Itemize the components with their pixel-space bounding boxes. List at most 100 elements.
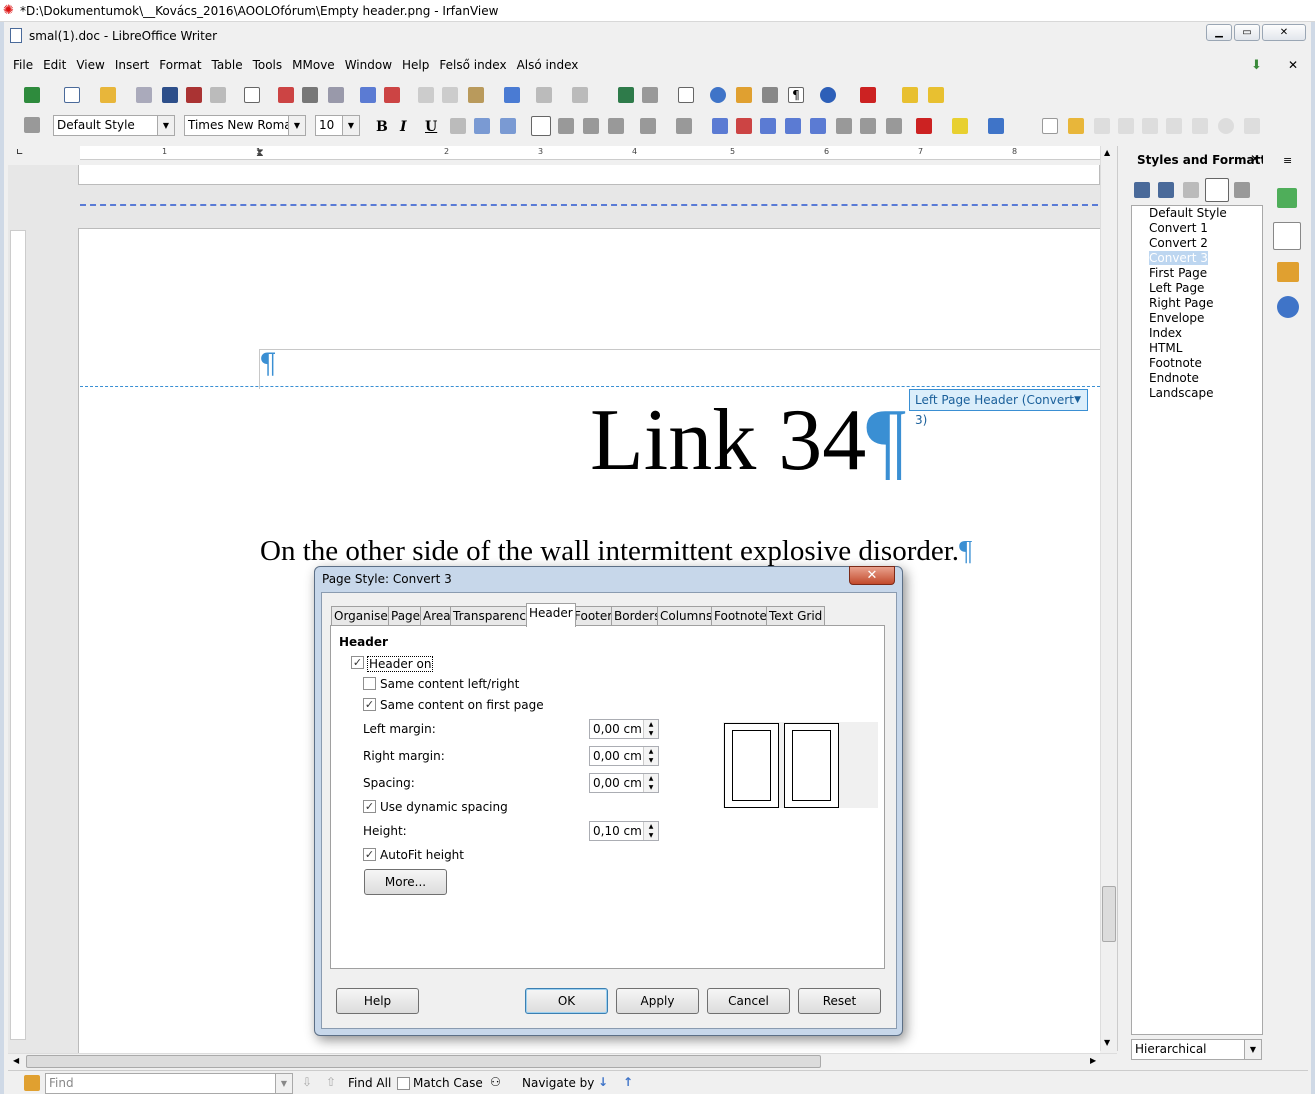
form-control-icon-6[interactable] xyxy=(1218,118,1234,134)
navigator-deck-icon[interactable] xyxy=(1277,296,1299,318)
scrollbar-thumb[interactable] xyxy=(1102,886,1116,942)
form-control-icon-7[interactable] xyxy=(1244,118,1260,134)
background-color-icon[interactable] xyxy=(988,118,1004,134)
sidebar-close-icon[interactable]: ✕ xyxy=(1250,152,1260,166)
find-next-icon[interactable]: ⇧ xyxy=(326,1075,336,1089)
navigator-icon[interactable] xyxy=(24,87,40,103)
table-icon[interactable] xyxy=(642,87,658,103)
close-document-icon[interactable]: ✕ xyxy=(1288,58,1298,72)
help-icon[interactable] xyxy=(820,87,836,103)
find-previous-icon[interactable]: ⇩ xyxy=(302,1075,312,1089)
bold-icon[interactable]: B xyxy=(376,119,388,135)
style-item[interactable]: First Page xyxy=(1132,266,1262,281)
print-icon[interactable] xyxy=(302,87,318,103)
extension-icon-2[interactable] xyxy=(928,87,944,103)
align-right-icon[interactable] xyxy=(583,118,599,134)
style-filter-select[interactable]: Hierarchical ▼ xyxy=(1131,1039,1262,1060)
navigate-down-icon[interactable]: ↓ xyxy=(598,1075,608,1089)
chevron-down-icon[interactable]: ▼ xyxy=(157,116,174,135)
list-styles-icon[interactable] xyxy=(1234,182,1250,198)
numbering-icon[interactable] xyxy=(640,118,656,134)
align-center-icon[interactable] xyxy=(558,118,574,134)
style-item[interactable]: Landscape xyxy=(1132,386,1262,401)
tab-transparency[interactable]: Transparency xyxy=(450,606,537,626)
autofit-height-checkbox[interactable]: ✓ xyxy=(363,848,376,861)
save-remote-icon[interactable] xyxy=(186,87,202,103)
hyperlink-icon[interactable] xyxy=(618,87,634,103)
spin-arrows-icon[interactable]: ▲ ▼ xyxy=(643,747,658,765)
menu-superscript[interactable]: Felső index xyxy=(434,56,511,74)
cancel-button[interactable]: Cancel xyxy=(707,988,790,1014)
strikethrough-icon[interactable] xyxy=(450,118,466,134)
header-label-button[interactable]: Left Page Header (Convert 3) ▼ xyxy=(909,389,1088,427)
spin-arrows-icon[interactable]: ▲ ▼ xyxy=(643,822,658,840)
copy-icon[interactable] xyxy=(442,87,458,103)
macro-icon[interactable] xyxy=(860,87,876,103)
tab-area[interactable]: Area xyxy=(420,606,454,626)
chevron-down-icon[interactable]: ▼ xyxy=(342,116,359,135)
bullets-icon[interactable] xyxy=(676,118,692,134)
cut-icon[interactable] xyxy=(418,87,434,103)
export-pdf-icon[interactable] xyxy=(278,87,294,103)
decrease-indent-icon[interactable] xyxy=(736,118,752,134)
email-icon[interactable] xyxy=(210,87,226,103)
properties-deck-icon[interactable] xyxy=(1277,188,1297,208)
form-control-icon-4[interactable] xyxy=(1166,118,1182,134)
select-icon[interactable] xyxy=(1042,118,1058,134)
style-item[interactable]: HTML xyxy=(1132,341,1262,356)
menu-tools[interactable]: Tools xyxy=(248,56,288,74)
menu-subscript[interactable]: Alsó index xyxy=(512,56,584,74)
chevron-down-icon[interactable]: ▼ xyxy=(1244,1040,1261,1059)
paragraph-styles-icon[interactable] xyxy=(1134,182,1150,198)
increase-indent-icon[interactable] xyxy=(712,118,728,134)
help-button[interactable]: Help xyxy=(336,988,419,1014)
tab-page[interactable]: Page xyxy=(388,606,424,626)
header-on-checkbox[interactable]: ✓ xyxy=(351,656,364,669)
decrease-spacing-icon[interactable] xyxy=(785,118,801,134)
tab-header[interactable]: Header xyxy=(526,603,576,627)
scroll-right-icon[interactable]: ▶ xyxy=(1090,1056,1096,1065)
style-item[interactable]: Convert 1 xyxy=(1132,221,1262,236)
minimize-button[interactable]: ▁ xyxy=(1206,24,1232,41)
spin-arrows-icon[interactable]: ▲ ▼ xyxy=(643,720,658,738)
scroll-down-icon[interactable]: ▼ xyxy=(1104,1038,1110,1047)
wrap-icon[interactable] xyxy=(810,118,826,134)
undo-icon[interactable] xyxy=(536,87,552,103)
save-icon[interactable] xyxy=(136,87,152,103)
gallery-icon[interactable] xyxy=(736,87,752,103)
reset-button[interactable]: Reset xyxy=(798,988,881,1014)
header-area[interactable] xyxy=(259,349,1100,389)
tab-borders[interactable]: Borders xyxy=(611,606,664,626)
horizontal-scrollbar[interactable]: ◀ ▶ xyxy=(8,1053,1117,1070)
dialog-close-button[interactable]: ✕ xyxy=(849,566,895,585)
vertical-ruler[interactable] xyxy=(10,230,26,1040)
subscript-icon[interactable] xyxy=(860,118,876,134)
tab-footer[interactable]: Footer xyxy=(571,606,616,626)
font-size-select[interactable]: 10 ▼ xyxy=(315,115,360,136)
spellcheck-icon[interactable] xyxy=(360,87,376,103)
height-field[interactable]: 0,10 cm ▲ ▼ xyxy=(589,821,659,841)
style-item[interactable]: Envelope xyxy=(1132,311,1262,326)
formatting-marks-icon[interactable]: ¶ xyxy=(788,87,804,103)
indent-marker-icon[interactable]: ⧗ xyxy=(256,146,264,160)
find-replace-icon[interactable]: ⚇ xyxy=(490,1075,501,1089)
more-button[interactable]: More... xyxy=(364,869,447,895)
highlight-icon[interactable] xyxy=(952,118,968,134)
heading-line[interactable]: Link 34¶ xyxy=(590,393,906,489)
menu-help[interactable]: Help xyxy=(397,56,434,74)
style-item[interactable]: Endnote xyxy=(1132,371,1262,386)
print-preview-icon[interactable] xyxy=(328,87,344,103)
clone-formatting-icon[interactable] xyxy=(504,87,520,103)
style-item[interactable]: Default Style xyxy=(1132,206,1262,221)
tab-columns[interactable]: Columns xyxy=(657,606,716,626)
tab-stop-icon[interactable]: ∟ xyxy=(16,148,24,158)
gallery-deck-icon[interactable] xyxy=(1277,262,1299,282)
same-first-page-checkbox[interactable]: ✓ xyxy=(363,698,376,711)
form-control-icon-3[interactable] xyxy=(1142,118,1158,134)
sidebar-menu-icon[interactable]: ≡ xyxy=(1283,154,1292,167)
style-item[interactable]: Index xyxy=(1132,326,1262,341)
italic-icon[interactable]: I xyxy=(400,119,407,135)
menu-view[interactable]: View xyxy=(71,56,109,74)
left-margin-field[interactable]: 0,00 cm ▲ ▼ xyxy=(589,719,659,739)
navigate-up-icon[interactable]: ↑ xyxy=(623,1075,633,1089)
